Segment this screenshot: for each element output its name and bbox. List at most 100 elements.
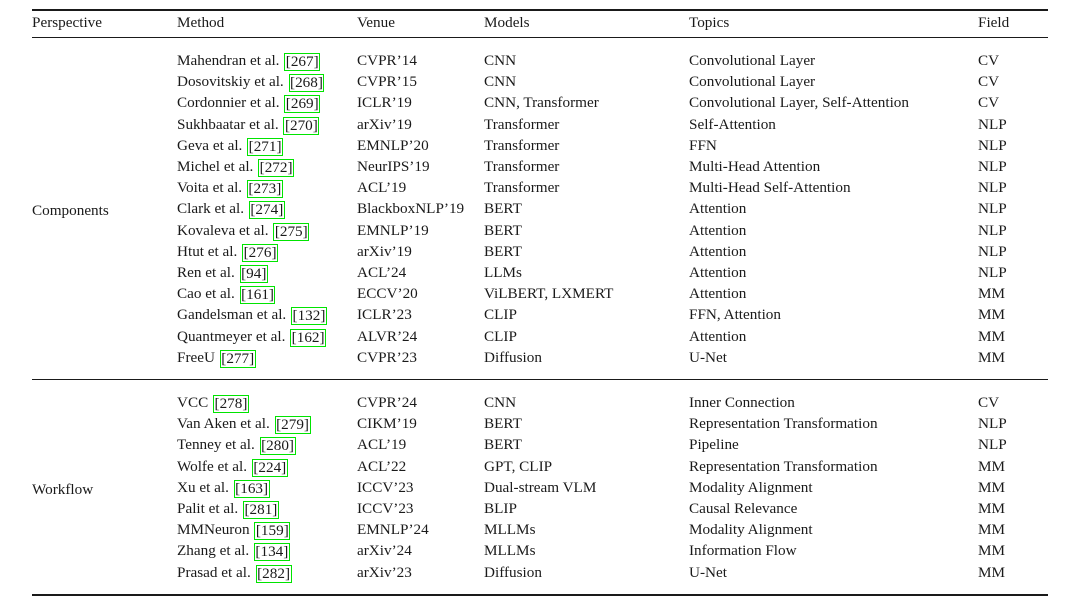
citation-link[interactable]: [271]	[247, 137, 284, 156]
table-row: Van Aken et al. [279] CIKM’19 BERT Represen…	[32, 413, 1048, 435]
citation-link[interactable]: [278]	[213, 395, 249, 413]
cell-models: BERT	[484, 242, 522, 260]
citation-link[interactable]: [270]	[283, 116, 320, 135]
cell-topics: Pipeline	[689, 436, 739, 454]
citation-link[interactable]: [224]	[251, 458, 288, 477]
cell-topics: Modality Alignment	[689, 478, 813, 496]
table-header: Perspective Method Venue Models Topics F…	[32, 11, 1048, 37]
cell-method: Tenney et al. [280]	[177, 434, 357, 456]
perspective-label: Components	[32, 202, 109, 220]
cell-models: BERT	[484, 200, 522, 218]
citation-link[interactable]: [132]	[291, 307, 327, 326]
cell-method: Clark et al. [274]	[177, 198, 357, 220]
citation-link[interactable]: [280]	[259, 437, 296, 456]
citation-link[interactable]: [279]	[274, 416, 311, 435]
cell-field: NLP	[978, 200, 1007, 218]
cell-topics: Multi-Head Attention	[689, 158, 821, 176]
survey-table: Perspective Method Venue Models Topics F…	[32, 11, 1048, 37]
method-name: Cao et al.	[177, 285, 239, 303]
cell-topics: Representation Transformation	[689, 457, 878, 475]
table-row: Quantmeyer et al. [162] ALVR’24 CLIP Attent…	[32, 326, 1048, 347]
cell-models: ViLBERT, LXMERT	[484, 285, 614, 303]
cell-topics: Attention	[689, 221, 747, 239]
cell-topics: FFN, Attention	[689, 306, 781, 324]
method-name: VCC	[177, 394, 213, 412]
cell-models: BLIP	[484, 500, 517, 518]
citation-link[interactable]: [159]	[254, 522, 291, 541]
table-row: Geva et al. [271] EMNLP’20 Transformer FFN N…	[32, 135, 1048, 156]
citation-link[interactable]: [162]	[290, 328, 327, 347]
cell-venue: arXiv’23	[357, 563, 412, 581]
cell-models: CNN, Transformer	[484, 94, 599, 112]
cell-method: VCC [278]	[177, 387, 357, 413]
citation-link[interactable]: [281]	[242, 501, 279, 520]
cell-field: MM	[978, 285, 1006, 303]
cell-venue: BlackboxNLP’19	[357, 200, 465, 218]
table-row: Htut et al. [276] arXiv’19 BERT Attention NL…	[32, 241, 1048, 262]
citation-link[interactable]: [282]	[255, 564, 292, 583]
cell-field: NLP	[978, 242, 1007, 260]
citation-link[interactable]: [161]	[239, 286, 276, 305]
column-header-venue: Venue	[357, 14, 395, 31]
cell-field: MM	[978, 306, 1006, 324]
citation-link[interactable]: [275]	[273, 222, 310, 241]
citation-link[interactable]: [273]	[246, 180, 283, 199]
column-header-topics: Topics	[689, 14, 730, 31]
method-name: Voita et al.	[177, 179, 246, 197]
citation-link[interactable]: [276]	[242, 243, 279, 262]
citation-link[interactable]: [134]	[253, 543, 290, 562]
method-name: FreeU	[177, 348, 219, 366]
citation-link[interactable]: [272]	[258, 159, 295, 177]
cell-models: Transformer	[484, 179, 560, 197]
cell-method: FreeU [277]	[177, 347, 357, 372]
table-body-host: Components Mahendran et al. [267] CVPR’14 C…	[32, 38, 1048, 596]
citation-link[interactable]: [277]	[219, 349, 256, 368]
cell-venue: ICCV’23	[357, 500, 414, 518]
cell-models: BERT	[484, 415, 522, 433]
citation-link[interactable]: [274]	[248, 201, 285, 220]
citation-link[interactable]: [267]	[284, 53, 321, 71]
cell-models: Transformer	[484, 115, 560, 133]
cell-models: Transformer	[484, 158, 560, 176]
cell-venue: ACL’22	[357, 457, 407, 475]
column-header-method: Method	[177, 14, 225, 31]
table-row: Prasad et al. [282] arXiv’23 Diffusion U-Ne…	[32, 562, 1048, 587]
cell-models: MLLMs	[484, 521, 536, 539]
citation-link[interactable]: [163]	[233, 479, 270, 498]
method-name: Zhang et al.	[177, 542, 253, 560]
cell-topics: Convolutional Layer	[689, 52, 816, 69]
cell-method: Palit et al. [281]	[177, 498, 357, 520]
cell-field: NLP	[978, 436, 1007, 454]
cell-topics: Convolutional Layer	[689, 73, 816, 91]
table-group-components: Components Mahendran et al. [267] CVPR’14 C…	[32, 45, 1048, 372]
cell-topics: Information Flow	[689, 542, 797, 560]
cell-venue: arXiv’19	[357, 242, 412, 260]
table-row: Dosovitskiy et al. [268] CVPR’15 CNN Convol…	[32, 71, 1048, 93]
citation-link[interactable]: [94]	[239, 265, 268, 283]
cell-venue: ECCV’20	[357, 285, 418, 303]
cell-venue: EMNLP’19	[357, 221, 429, 239]
cell-models: CNN	[484, 394, 517, 412]
header-row: Perspective Method Venue Models Topics F…	[32, 11, 1048, 37]
table-row: Kovaleva et al. [275] EMNLP’19 BERT Attenti…	[32, 220, 1048, 241]
cell-method: Michel et al. [272]	[177, 156, 357, 177]
cell-venue: ACL’19	[357, 436, 407, 454]
cell-method: Quantmeyer et al. [162]	[177, 326, 357, 347]
cell-method: Zhang et al. [134]	[177, 540, 357, 562]
citation-link[interactable]: [268]	[288, 74, 325, 93]
cell-field: MM	[978, 348, 1006, 366]
cell-venue: arXiv’19	[357, 115, 412, 133]
table-row: Ren et al. [94] ACL’24 LLMs Attention NLP	[32, 262, 1048, 283]
citation-link[interactable]: [269]	[284, 95, 321, 114]
cell-topics: U-Net	[689, 563, 727, 581]
cell-topics: U-Net	[689, 348, 727, 366]
table-row: MMNeuron [159] EMNLP’24 MLLMs Modality Alig…	[32, 519, 1048, 541]
table-row: Michel et al. [272] NeurIPS’19 Transformer…	[32, 156, 1048, 177]
method-name: Prasad et al.	[177, 563, 255, 581]
table-row: Palit et al. [281] ICCV’23 BLIP Causal Rele…	[32, 498, 1048, 520]
cell-field: NLP	[978, 415, 1007, 433]
cell-topics: Attention	[689, 327, 747, 345]
cell-topics: Self-Attention	[689, 115, 776, 133]
table-row: Cordonnier et al. [269] ICLR’19 CNN, Trans…	[32, 92, 1048, 114]
cell-venue: ALVR’24	[357, 327, 418, 345]
